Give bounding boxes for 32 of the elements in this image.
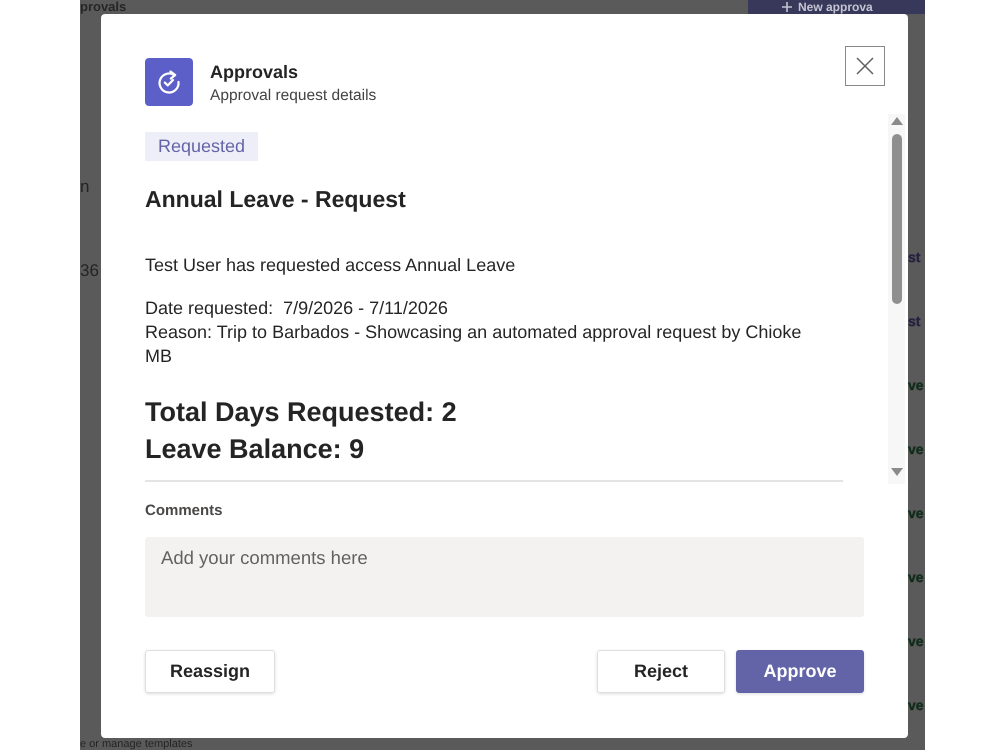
close-icon bbox=[856, 57, 874, 75]
request-detail: Date requested: 7/9/2026 - 7/11/2026 bbox=[145, 297, 449, 320]
status-text: ve bbox=[908, 696, 924, 714]
request-detail: Reason: Trip to Barbados - Showcasing an automated approval request by Chioke MB bbox=[145, 321, 802, 368]
reject-button[interactable]: Reject bbox=[597, 650, 725, 693]
request-total: Leave Balance: 9 bbox=[145, 433, 364, 466]
list-text: 36 bbox=[80, 262, 99, 280]
request-summary: Test User has requested access Annual Leave bbox=[145, 254, 516, 277]
request-total: Total Days Requested: 2 bbox=[145, 396, 457, 429]
scroll-down-icon bbox=[890, 468, 902, 476]
app-icon bbox=[145, 58, 193, 106]
reassign-button[interactable]: Reassign bbox=[145, 650, 276, 693]
comments-field[interactable]: Add your comments here bbox=[145, 537, 864, 617]
new-approval-button[interactable]: New approva bbox=[748, 0, 925, 14]
approve-button[interactable]: Approve bbox=[736, 650, 864, 693]
status-text: ve bbox=[908, 504, 924, 522]
status-text: ve bbox=[908, 568, 924, 586]
status-badge: Requested bbox=[145, 132, 258, 161]
status-text: ve bbox=[908, 440, 924, 458]
scrollbar-thumb[interactable] bbox=[892, 134, 902, 304]
plus-icon bbox=[782, 2, 792, 12]
status-text: st bbox=[908, 312, 920, 330]
dialog-subtitle: Approval request details bbox=[210, 86, 376, 106]
app-name: Approvals bbox=[210, 61, 300, 83]
status-text: st bbox=[908, 248, 920, 266]
scrollbar-track[interactable] bbox=[888, 114, 905, 484]
close-button[interactable] bbox=[845, 46, 885, 86]
status-text: ve bbox=[908, 376, 924, 394]
status-text: ve bbox=[908, 632, 924, 650]
scroll-up-icon bbox=[890, 117, 902, 125]
comments-label: Comments bbox=[145, 501, 224, 521]
request-title: Annual Leave - Request bbox=[145, 186, 406, 212]
